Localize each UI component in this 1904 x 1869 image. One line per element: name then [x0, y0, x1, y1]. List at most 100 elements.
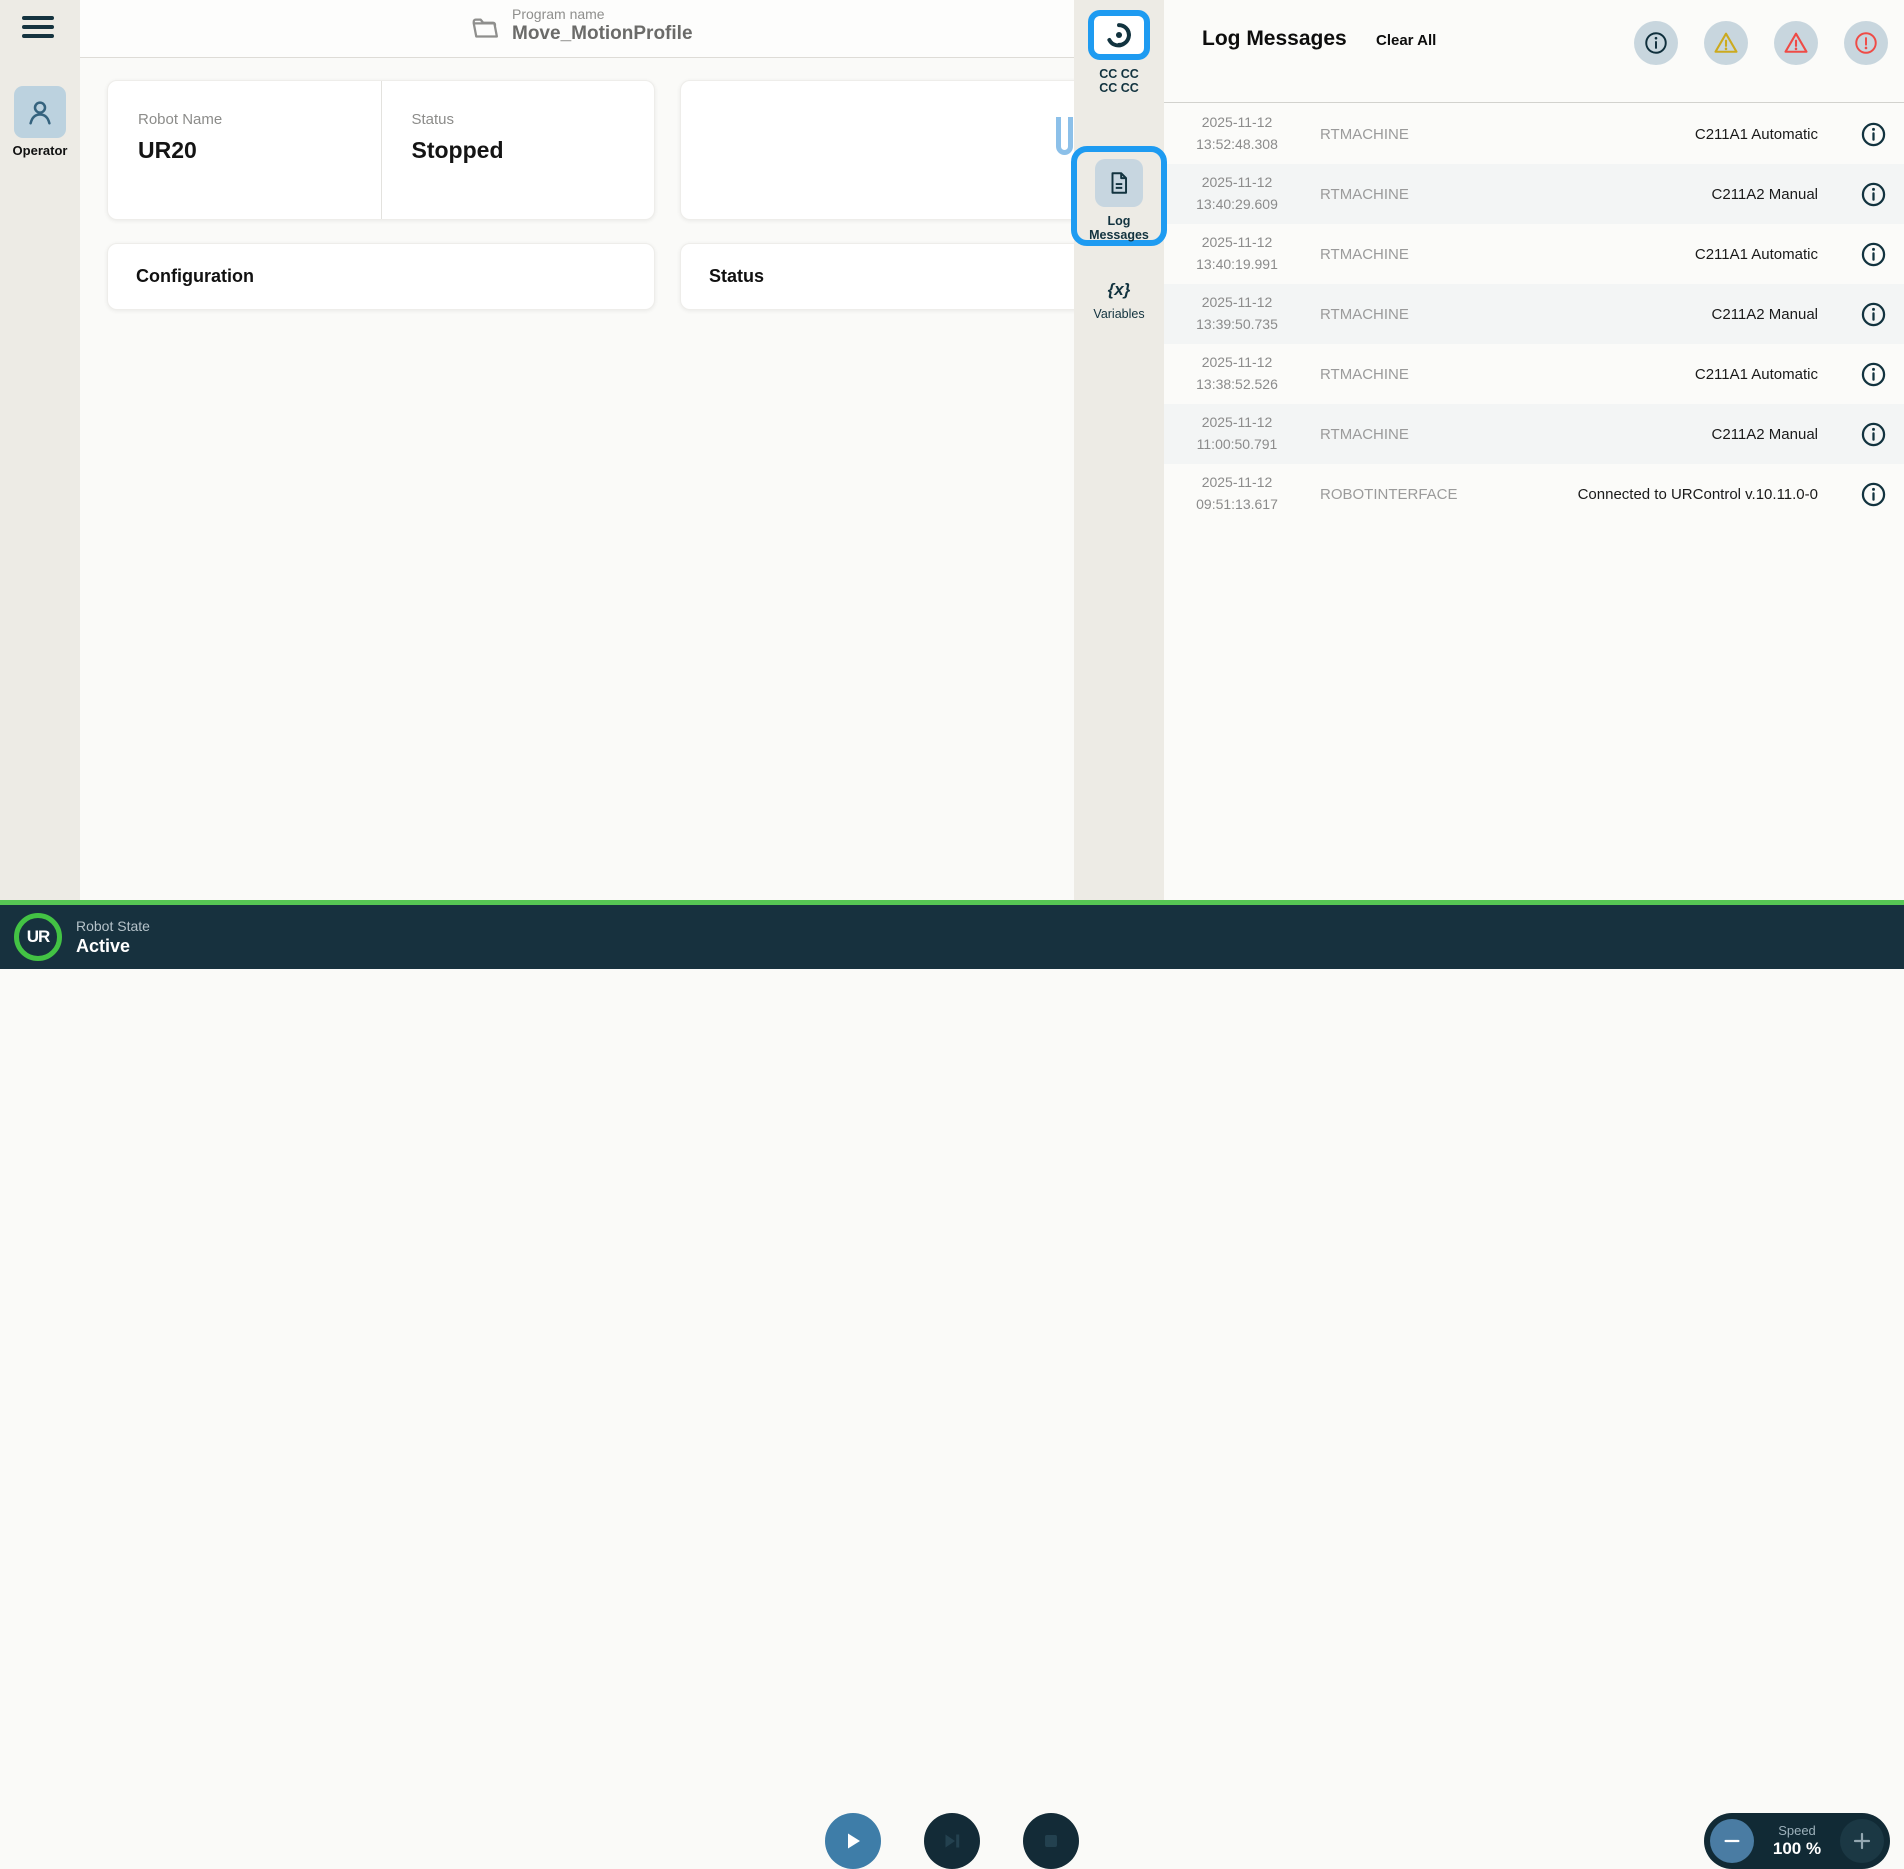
speed-value: 100 %: [1773, 1839, 1821, 1859]
play-button[interactable]: [825, 1813, 881, 1869]
program-info[interactable]: Program name Move_MotionProfile: [470, 6, 693, 45]
configuration-title: Configuration: [136, 266, 254, 287]
log-filter-buttons: [1634, 21, 1888, 65]
document-icon: [1106, 170, 1132, 196]
sidebar-item-operator[interactable]: Operator: [0, 86, 80, 158]
stop-icon: [1040, 1830, 1062, 1852]
bottom-status-bar: UR Robot State Active: [0, 900, 1904, 969]
cc-app-label: CC CC CC CC: [1074, 67, 1164, 96]
log-row-info-button[interactable]: [1842, 421, 1904, 448]
log-row[interactable]: 2025-11-12 13:38:52.526 RTMACHINE C211A1…: [1164, 344, 1904, 404]
configuration-card[interactable]: Configuration: [107, 243, 655, 310]
robot-name-value: UR20: [138, 137, 381, 164]
log-row-info-button[interactable]: [1842, 301, 1904, 328]
log-messages-rail-label: Log Messages: [1077, 214, 1161, 243]
robot-state-section: UR Robot State Active: [14, 913, 150, 961]
log-row-info-button[interactable]: [1842, 361, 1904, 388]
log-source: RTMACHINE: [1302, 126, 1512, 143]
plus-icon: [1850, 1829, 1874, 1853]
error-filter-button[interactable]: [1774, 21, 1818, 65]
program-name-label: Program name: [512, 6, 693, 22]
log-source: ROBOTINTERFACE: [1302, 486, 1512, 503]
info-circle-icon: [1860, 361, 1887, 388]
log-source: RTMACHINE: [1302, 246, 1512, 263]
log-timestamp: 2025-11-12 11:00:50.791: [1172, 412, 1302, 455]
log-row[interactable]: 2025-11-12 13:52:48.308 RTMACHINE C211A1…: [1164, 104, 1904, 164]
log-timestamp: 2025-11-12 13:38:52.526: [1172, 352, 1302, 395]
log-source: RTMACHINE: [1302, 306, 1512, 323]
variables-label: Variables: [1074, 307, 1164, 321]
log-timestamp: 2025-11-12 13:39:50.735: [1172, 292, 1302, 335]
error-triangle-icon: [1782, 29, 1810, 57]
program-name-value: Move_MotionProfile: [512, 23, 693, 45]
log-message: C211A1 Automatic: [1512, 246, 1842, 263]
play-icon: [841, 1829, 865, 1853]
info-circle-icon: [1860, 421, 1887, 448]
info-circle-icon: [1860, 121, 1887, 148]
log-timestamp: 2025-11-12 13:52:48.308: [1172, 112, 1302, 155]
speed-label: Speed: [1773, 1823, 1821, 1838]
speed-decrease-button[interactable]: [1710, 1819, 1754, 1863]
log-row-info-button[interactable]: [1842, 121, 1904, 148]
status-card[interactable]: Status: [680, 243, 1094, 310]
info-filter-button[interactable]: [1634, 21, 1678, 65]
status-value: Stopped: [412, 137, 655, 164]
robot-state-label: Robot State: [76, 918, 150, 934]
log-message: C211A2 Manual: [1512, 426, 1842, 443]
speed-increase-button[interactable]: [1840, 1819, 1884, 1863]
stop-button[interactable]: [1023, 1813, 1079, 1869]
alert-filter-button[interactable]: [1844, 21, 1888, 65]
info-circle-icon: [1643, 30, 1669, 56]
partially-hidden-u-icon: [1056, 117, 1073, 155]
person-icon: [25, 97, 55, 127]
warning-filter-button[interactable]: [1704, 21, 1748, 65]
robot-overview-card: Robot Name UR20 Status Stopped: [107, 80, 655, 220]
log-source: RTMACHINE: [1302, 426, 1512, 443]
robot-name-label: Robot Name: [138, 111, 381, 128]
tool-rail: CC CC CC CC Log Messages {x} Variables: [1074, 0, 1164, 905]
empty-card: [680, 80, 1094, 220]
log-panel-header: Log Messages Clear All: [1164, 0, 1904, 103]
log-message: C211A2 Manual: [1512, 306, 1842, 323]
warning-triangle-icon: [1712, 29, 1740, 57]
cc-app-active-frame: [1088, 10, 1150, 60]
playback-controls: [825, 1813, 1079, 1869]
hamburger-menu-icon[interactable]: [22, 16, 54, 42]
log-source: RTMACHINE: [1302, 366, 1512, 383]
folder-open-icon: [470, 14, 500, 44]
log-row-info-button[interactable]: [1842, 181, 1904, 208]
log-row[interactable]: 2025-11-12 11:00:50.791 RTMACHINE C211A2…: [1164, 404, 1904, 464]
log-row[interactable]: 2025-11-12 09:51:13.617 ROBOTINTERFACE C…: [1164, 464, 1904, 524]
log-row-info-button[interactable]: [1842, 241, 1904, 268]
rail-item-variables[interactable]: {x} Variables: [1074, 280, 1164, 321]
variables-icon: {x}: [1074, 280, 1164, 300]
log-timestamp: 2025-11-12 13:40:19.991: [1172, 232, 1302, 275]
swirl-icon: [1105, 21, 1133, 49]
robot-name-section: Robot Name UR20: [108, 81, 381, 219]
log-message: C211A1 Automatic: [1512, 366, 1842, 383]
ur-logo[interactable]: UR: [14, 913, 62, 961]
log-message: C211A1 Automatic: [1512, 126, 1842, 143]
log-row[interactable]: 2025-11-12 13:40:29.609 RTMACHINE C211A2…: [1164, 164, 1904, 224]
rail-item-log-messages[interactable]: Log Messages: [1071, 146, 1167, 246]
robot-status-section: Status Stopped: [381, 81, 655, 219]
robot-state-value: Active: [76, 936, 150, 957]
minus-icon: [1721, 1830, 1743, 1852]
status-card-title: Status: [709, 266, 764, 287]
skip-next-icon: [940, 1829, 964, 1853]
log-row-info-button[interactable]: [1842, 481, 1904, 508]
log-row[interactable]: 2025-11-12 13:39:50.735 RTMACHINE C211A2…: [1164, 284, 1904, 344]
log-message: C211A2 Manual: [1512, 186, 1842, 203]
alert-circle-icon: [1853, 30, 1879, 56]
step-button[interactable]: [924, 1813, 980, 1869]
log-timestamp: 2025-11-12 13:40:29.609: [1172, 172, 1302, 215]
operator-label: Operator: [0, 143, 80, 158]
clear-all-button[interactable]: Clear All: [1376, 32, 1436, 49]
rail-item-cc-app[interactable]: CC CC CC CC: [1074, 10, 1164, 96]
main-header: Program name Move_MotionProfile: [80, 0, 1074, 58]
log-row[interactable]: 2025-11-12 13:40:19.991 RTMACHINE C211A1…: [1164, 224, 1904, 284]
operator-avatar: [14, 86, 66, 138]
log-message: Connected to URControl v.10.11.0-0: [1512, 486, 1842, 503]
log-messages-icon-tile: [1095, 159, 1143, 207]
speed-control: Speed 100 %: [1704, 1813, 1890, 1869]
